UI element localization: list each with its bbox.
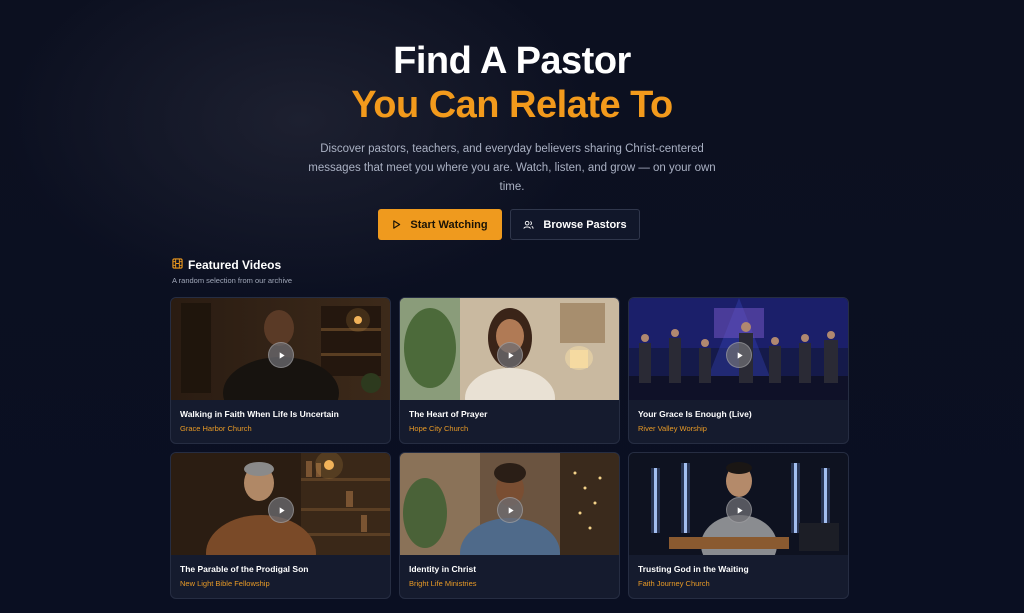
video-card[interactable]: Your Grace Is Enough (Live) River Valley… xyxy=(628,297,849,444)
video-card[interactable]: The Heart of Prayer Hope City Church xyxy=(399,297,620,444)
users-icon xyxy=(523,220,534,230)
video-thumbnail[interactable] xyxy=(171,453,390,555)
video-thumbnail[interactable] xyxy=(400,453,619,555)
video-title[interactable]: Trusting God in the Waiting xyxy=(638,564,749,574)
video-thumbnail[interactable] xyxy=(171,298,390,400)
video-card[interactable]: Identity in Christ Bright Life Ministrie… xyxy=(399,452,620,599)
featured-videos-title: Featured Videos xyxy=(188,258,282,272)
video-title[interactable]: The Heart of Prayer xyxy=(409,409,487,419)
video-title[interactable]: Your Grace Is Enough (Live) xyxy=(638,409,752,419)
video-church: Faith Journey Church xyxy=(638,579,710,588)
video-card[interactable]: Trusting God in the Waiting Faith Journe… xyxy=(628,452,849,599)
video-church: Grace Harbor Church xyxy=(180,424,252,433)
video-thumbnail[interactable] xyxy=(400,298,619,400)
video-title[interactable]: Identity in Christ xyxy=(409,564,476,574)
video-church: Bright Life Ministries xyxy=(409,579,477,588)
featured-videos-heading: Featured Videos xyxy=(172,258,281,272)
featured-videos-subtitle: A random selection from our archive xyxy=(172,276,293,285)
play-circle-icon[interactable] xyxy=(497,497,523,523)
video-church: Hope City Church xyxy=(409,424,469,433)
play-circle-icon[interactable] xyxy=(726,342,752,368)
video-church: River Valley Worship xyxy=(638,424,707,433)
hero-title: Find A Pastor xyxy=(393,40,631,82)
play-circle-icon[interactable] xyxy=(268,342,294,368)
browse-pastors-button[interactable]: Browse Pastors xyxy=(510,209,640,240)
video-title[interactable]: The Parable of the Prodigal Son xyxy=(180,564,308,574)
hero-description: Discover pastors, teachers, and everyday… xyxy=(308,143,716,193)
play-circle-icon[interactable] xyxy=(726,497,752,523)
video-title[interactable]: Walking in Faith When Life Is Uncertain xyxy=(180,409,339,419)
film-icon xyxy=(172,258,183,272)
video-card[interactable]: Walking in Faith When Life Is Uncertain … xyxy=(170,297,391,444)
play-icon xyxy=(392,220,401,229)
video-church: New Light Bible Fellowship xyxy=(180,579,270,588)
video-thumbnail[interactable] xyxy=(629,298,848,400)
play-circle-icon[interactable] xyxy=(497,342,523,368)
start-watching-button[interactable]: Start Watching xyxy=(378,209,502,240)
hero-title-accent: You Can Relate To xyxy=(351,84,673,126)
start-watching-label: Start Watching xyxy=(410,218,488,231)
play-circle-icon[interactable] xyxy=(268,497,294,523)
browse-pastors-label: Browse Pastors xyxy=(543,218,627,231)
video-thumbnail[interactable] xyxy=(629,453,848,555)
video-card[interactable]: The Parable of the Prodigal Son New Ligh… xyxy=(170,452,391,599)
